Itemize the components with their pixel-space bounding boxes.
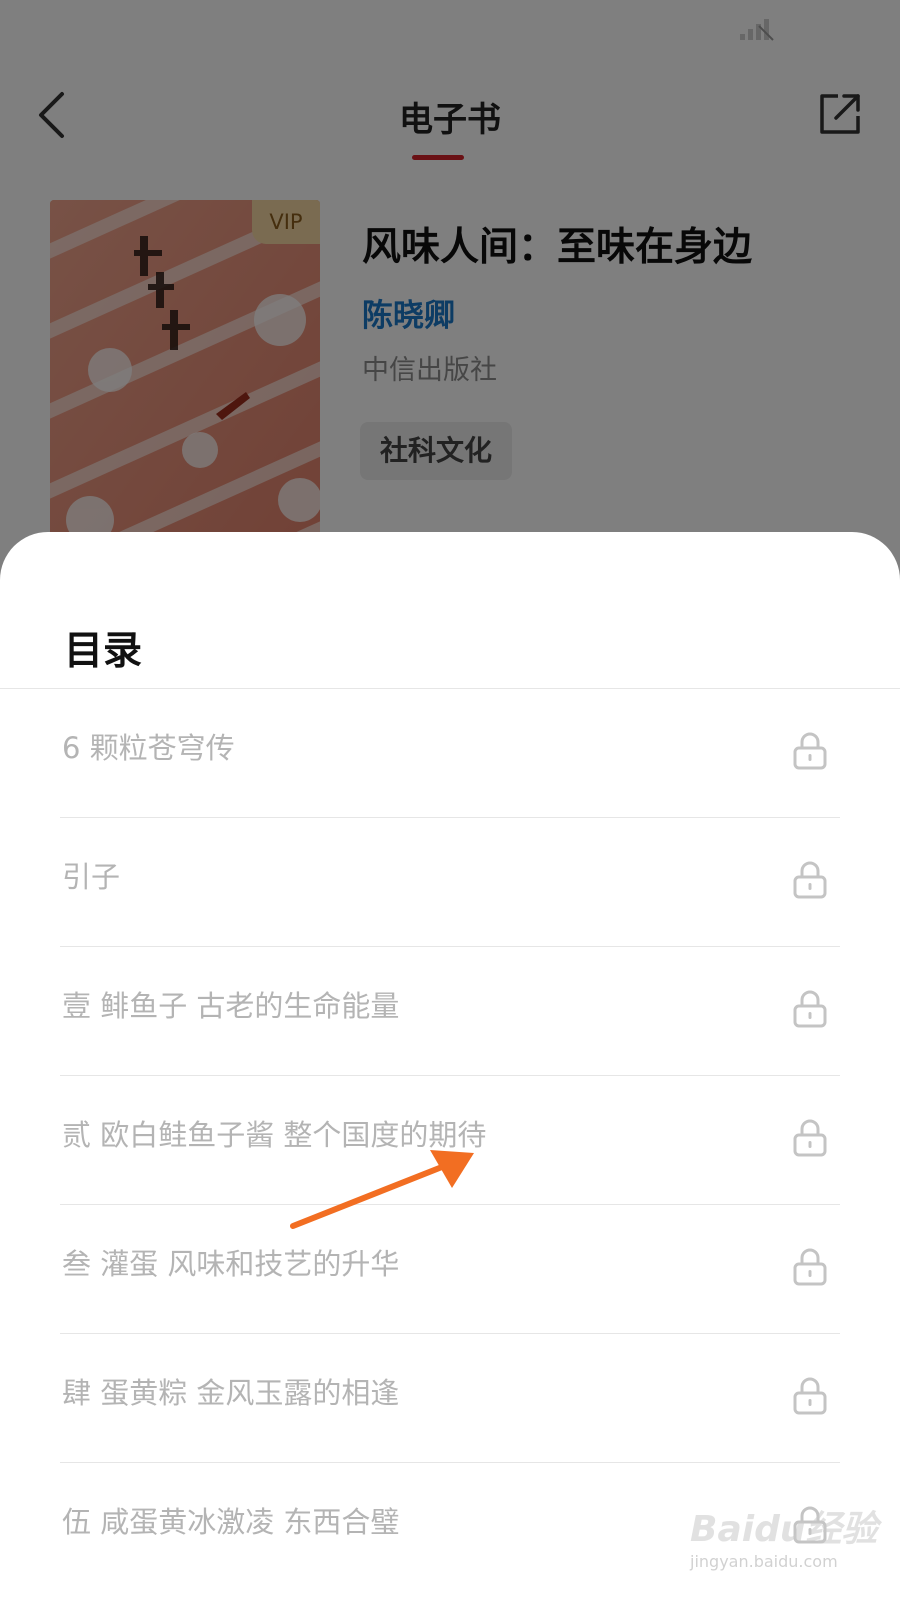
toc-item-label: 6 颗粒苍穹传: [62, 731, 235, 765]
watermark-site: jingyan.baidu.com: [690, 1552, 838, 1571]
toc-list: 6 颗粒苍穹传 引子 壹 鲱鱼子 古老的生命能量 贰 欧白鲑鱼子酱 整个国度的期…: [0, 689, 900, 1592]
toc-item-label: 壹 鲱鱼子 古老的生命能量: [62, 989, 400, 1023]
toc-item-label: 肆 蛋黄粽 金风玉露的相逢: [62, 1376, 400, 1410]
lock-icon: [793, 861, 827, 899]
watermark-brand: Baidu经验: [690, 1509, 878, 1550]
lock-icon: [793, 732, 827, 770]
toc-item[interactable]: 叁 灌蛋 风味和技艺的升华: [60, 1205, 840, 1334]
lock-icon: [793, 1248, 827, 1286]
toc-sheet: 目录 6 颗粒苍穹传 引子 壹 鲱鱼子 古老的生命能量 贰 欧白鲑鱼子酱 整个国…: [0, 532, 900, 1600]
watermark: Baidu经验 jingyan.baidu.com: [690, 1500, 880, 1580]
toc-item-label: 贰 欧白鲑鱼子酱 整个国度的期待: [62, 1118, 487, 1152]
toc-item[interactable]: 6 颗粒苍穹传: [60, 689, 840, 818]
toc-item-label: 伍 咸蛋黄冰激凌 东西合璧: [62, 1505, 400, 1539]
toc-item[interactable]: 贰 欧白鲑鱼子酱 整个国度的期待: [60, 1076, 840, 1205]
toc-item[interactable]: 引子: [60, 818, 840, 947]
lock-icon: [793, 990, 827, 1028]
toc-title: 目录: [64, 629, 143, 674]
lock-icon: [793, 1119, 827, 1157]
toc-item-label: 引子: [62, 860, 121, 894]
toc-item[interactable]: 壹 鲱鱼子 古老的生命能量: [60, 947, 840, 1076]
lock-icon: [793, 1377, 827, 1415]
toc-item-label: 叁 灌蛋 风味和技艺的升华: [62, 1247, 400, 1281]
toc-item[interactable]: 肆 蛋黄粽 金风玉露的相逢: [60, 1334, 840, 1463]
